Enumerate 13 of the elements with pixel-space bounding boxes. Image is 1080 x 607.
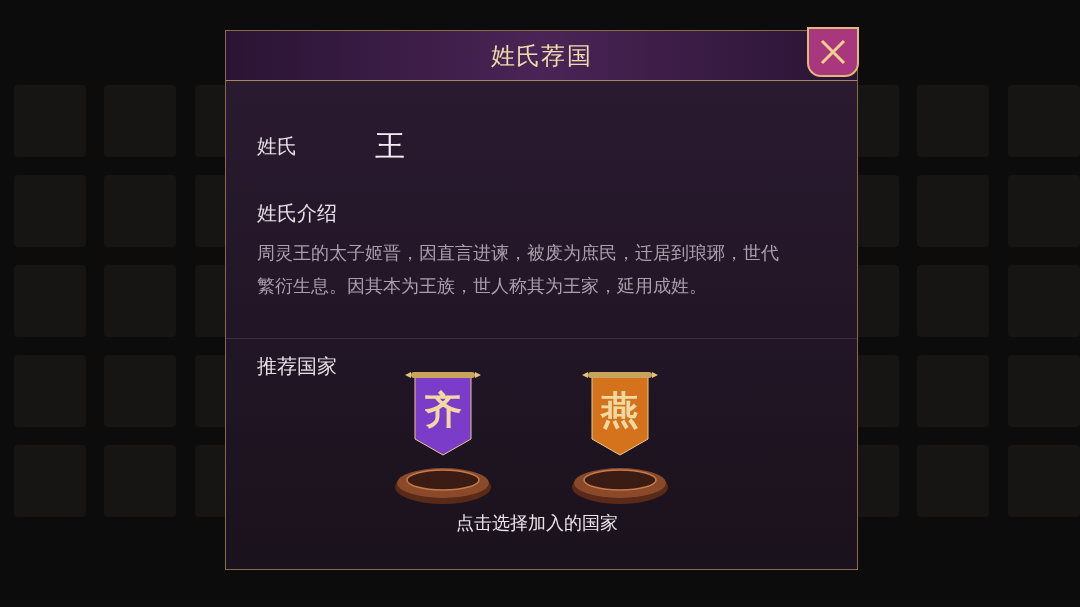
country-banner[interactable]: 齐: [393, 369, 493, 505]
country-banner[interactable]: 燕: [570, 369, 670, 505]
close-button[interactable]: [807, 27, 859, 77]
intro-label: 姓氏介绍: [256, 200, 338, 227]
surname-value: 王: [375, 127, 405, 165]
flag-rod-icon: [582, 372, 658, 378]
dialog-title: 姓氏荐国: [491, 40, 592, 72]
hint-text: 点击选择加入的国家: [455, 511, 618, 535]
surname-label: 姓氏: [257, 132, 298, 160]
recommend-label: 推荐国家: [257, 353, 338, 380]
close-icon: [818, 37, 848, 67]
flag-rod-icon: [405, 372, 481, 378]
intro-text: 周灵王的太子姬晋，因直言进谏，被废为庶民，迁居到琅琊，世代繁衍生息。因其本为王族，世人称其为王家，延用成姓。: [256, 241, 780, 298]
